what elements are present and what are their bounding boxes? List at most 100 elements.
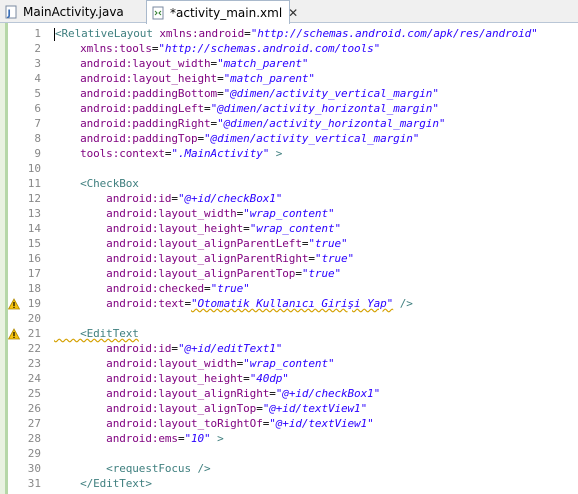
code-line[interactable]: 9 tools:context=".MainActivity" > <box>0 146 578 161</box>
code-token-val: "true" <box>314 252 355 265</box>
close-icon[interactable]: ✕ <box>288 6 298 20</box>
line-number: 21 <box>27 327 41 340</box>
code-line[interactable]: 4 android:layout_height="match_parent" <box>0 71 578 86</box>
code-line[interactable]: 25 android:layout_alignRight="@+id/check… <box>0 386 578 401</box>
code-text: android:paddingTop="@dimen/activity_vert… <box>54 131 419 146</box>
code-line[interactable]: 3 android:layout_width="match_parent" <box>0 56 578 71</box>
code-line[interactable]: 8 android:paddingTop="@dimen/activity_ve… <box>0 131 578 146</box>
code-token-val: "http://schemas.android.com/apk/res/andr… <box>250 27 538 40</box>
code-token-val: "@dimen/activity_horizontal_margin" <box>210 102 439 115</box>
code-token-val: "http://schemas.android.com/tools" <box>158 42 381 55</box>
xml-file-icon <box>152 6 164 19</box>
svg-text:J: J <box>7 9 11 19</box>
code-line[interactable]: 12 android:id="@+id/checkBox1" <box>0 191 578 206</box>
code-text: android:paddingRight="@dimen/activity_ho… <box>54 116 445 131</box>
code-text: android:layout_width="wrap_content" <box>54 356 334 371</box>
code-line[interactable]: 6 android:paddingLeft="@dimen/activity_h… <box>0 101 578 116</box>
code-token-val: "true" <box>301 267 342 280</box>
code-token-val: "@dimen/activity_vertical_margin" <box>204 132 420 145</box>
code-token-tag: <EditText <box>54 327 139 340</box>
line-number: 12 <box>27 192 41 205</box>
code-line[interactable]: 15 android:layout_alignParentLeft="true" <box>0 236 578 251</box>
line-number: 8 <box>34 132 41 145</box>
line-number: 29 <box>27 447 41 460</box>
code-text: android:layout_alignParentRight="true" <box>54 251 354 266</box>
code-token-val: "Otomatik Kullanıcı Girişi Yap" <box>190 297 394 310</box>
code-text: android:layout_height="match_parent" <box>54 71 315 86</box>
code-text: android:paddingLeft="@dimen/activity_hor… <box>54 101 439 116</box>
code-token-attr: android:paddingTop <box>54 132 198 145</box>
code-line[interactable]: 10 <box>0 161 578 176</box>
tab-activity-main-xml[interactable]: *activity_main.xml ✕ <box>146 0 298 24</box>
code-text: <EditText <box>54 326 139 341</box>
line-number: 17 <box>27 267 41 280</box>
line-number: 4 <box>34 72 41 85</box>
code-token-val: "40dp" <box>249 372 289 385</box>
code-token-val: "@+id/checkBox1" <box>177 192 283 205</box>
tab-label: MainActivity.java <box>23 4 124 19</box>
code-text: android:layout_height="40dp" <box>54 371 289 386</box>
warning-icon[interactable] <box>8 328 20 340</box>
code-line[interactable]: 17 android:layout_alignParentTop="true" <box>0 266 578 281</box>
code-token-val: "@+id/checkBox1" <box>275 387 381 400</box>
code-line[interactable]: 14 android:layout_height="wrap_content" <box>0 221 578 236</box>
line-number: 7 <box>34 117 41 130</box>
code-text: android:layout_width="match_parent" <box>54 56 308 71</box>
line-number: 27 <box>27 417 41 430</box>
code-token-val: "match_parent" <box>223 72 315 85</box>
code-token-tag: > <box>210 432 224 445</box>
code-line[interactable]: 13 android:layout_width="wrap_content" <box>0 206 578 221</box>
code-text: android:checked="true" <box>54 281 250 296</box>
code-line[interactable]: 20 <box>0 311 578 326</box>
code-line[interactable]: 31 </EditText> <box>0 476 578 491</box>
code-text: android:layout_height="wrap_content" <box>54 221 341 236</box>
line-number: 23 <box>27 357 41 370</box>
code-token-attr: xmlns:tools <box>54 42 152 55</box>
code-line[interactable]: 16 android:layout_alignParentRight="true… <box>0 251 578 266</box>
code-text: android:layout_alignTop="@+id/textView1" <box>54 401 367 416</box>
code-line[interactable]: 24 android:layout_height="40dp" <box>0 371 578 386</box>
code-token-attr: android:layout_toRightOf <box>54 417 263 430</box>
code-line[interactable]: 29 <box>0 446 578 461</box>
code-token-val: "10" <box>184 432 211 445</box>
line-number: 3 <box>34 57 41 70</box>
code-token-attr: android:layout_alignRight <box>54 387 270 400</box>
code-text: android:layout_alignParentLeft="true" <box>54 236 347 251</box>
java-file-icon: J <box>5 5 17 19</box>
warning-icon[interactable] <box>8 298 20 310</box>
line-number: 24 <box>27 372 41 385</box>
code-line[interactable]: 28 android:ems="10" > <box>0 431 578 446</box>
code-token-attr: android:id <box>54 342 172 355</box>
code-token-val: "wrap_content" <box>243 207 335 220</box>
tab-mainactivity-java[interactable]: J MainActivity.java <box>0 0 132 23</box>
code-line[interactable]: 27 android:layout_toRightOf="@+id/textVi… <box>0 416 578 431</box>
line-number: 15 <box>27 237 41 250</box>
code-line[interactable]: 11 <CheckBox <box>0 176 578 191</box>
code-line[interactable]: 2 xmlns:tools="http://schemas.android.co… <box>0 41 578 56</box>
code-token-attr: android:layout_height <box>54 72 218 85</box>
code-token-attr: android:paddingBottom <box>54 87 218 100</box>
code-line[interactable]: 19 android:text="Otomatik Kullanıcı Giri… <box>0 296 578 311</box>
code-token-attr: android:layout_alignParentRight <box>54 252 309 265</box>
code-token-attr: android:layout_height <box>54 372 244 385</box>
code-line[interactable]: 22 android:id="@+id/editText1" <box>0 341 578 356</box>
code-line[interactable]: 7 android:paddingRight="@dimen/activity_… <box>0 116 578 131</box>
code-line[interactable]: 5 android:paddingBottom="@dimen/activity… <box>0 86 578 101</box>
code-line[interactable]: 26 android:layout_alignTop="@+id/textVie… <box>0 401 578 416</box>
code-token-tag: </EditText> <box>54 477 152 490</box>
code-line[interactable]: 21 <EditText <box>0 326 578 341</box>
code-line[interactable]: 18 android:checked="true" <box>0 281 578 296</box>
code-line[interactable]: 30 <requestFocus /> <box>0 461 578 476</box>
code-text: android:layout_alignRight="@+id/checkBox… <box>54 386 380 401</box>
code-text: <requestFocus /> <box>54 461 210 476</box>
code-token-val: "true" <box>210 282 250 295</box>
code-token-attr: tools:context <box>54 147 165 160</box>
xml-editor[interactable]: 1 <RelativeLayout xmlns:android="http://s… <box>0 23 578 494</box>
code-line[interactable]: 1 <RelativeLayout xmlns:android="http://s… <box>0 26 578 41</box>
code-token-val: "match_parent" <box>217 57 309 70</box>
code-line[interactable]: 23 android:layout_width="wrap_content" <box>0 356 578 371</box>
code-token-attr: android:text <box>54 297 185 310</box>
line-number: 25 <box>27 387 41 400</box>
code-text: android:layout_alignParentTop="true" <box>54 266 341 281</box>
code-text: <CheckBox <box>54 176 139 191</box>
